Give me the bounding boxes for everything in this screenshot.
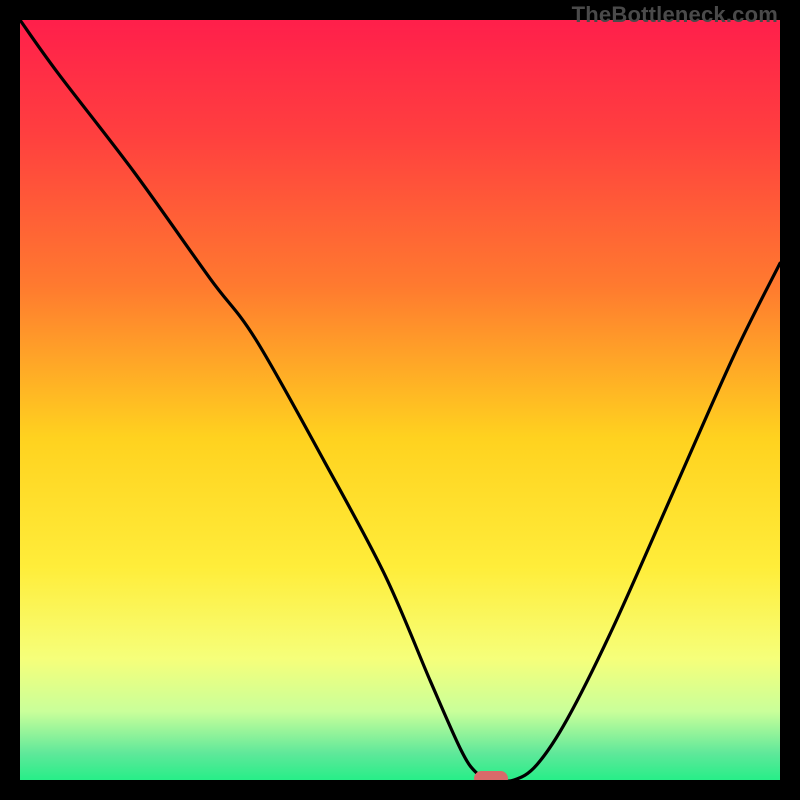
chart-frame: TheBottleneck.com: [0, 0, 800, 800]
bottleneck-curve: [20, 20, 780, 780]
watermark-text: TheBottleneck.com: [572, 2, 778, 28]
plot-area: [20, 20, 780, 780]
optimal-marker: [474, 771, 508, 780]
